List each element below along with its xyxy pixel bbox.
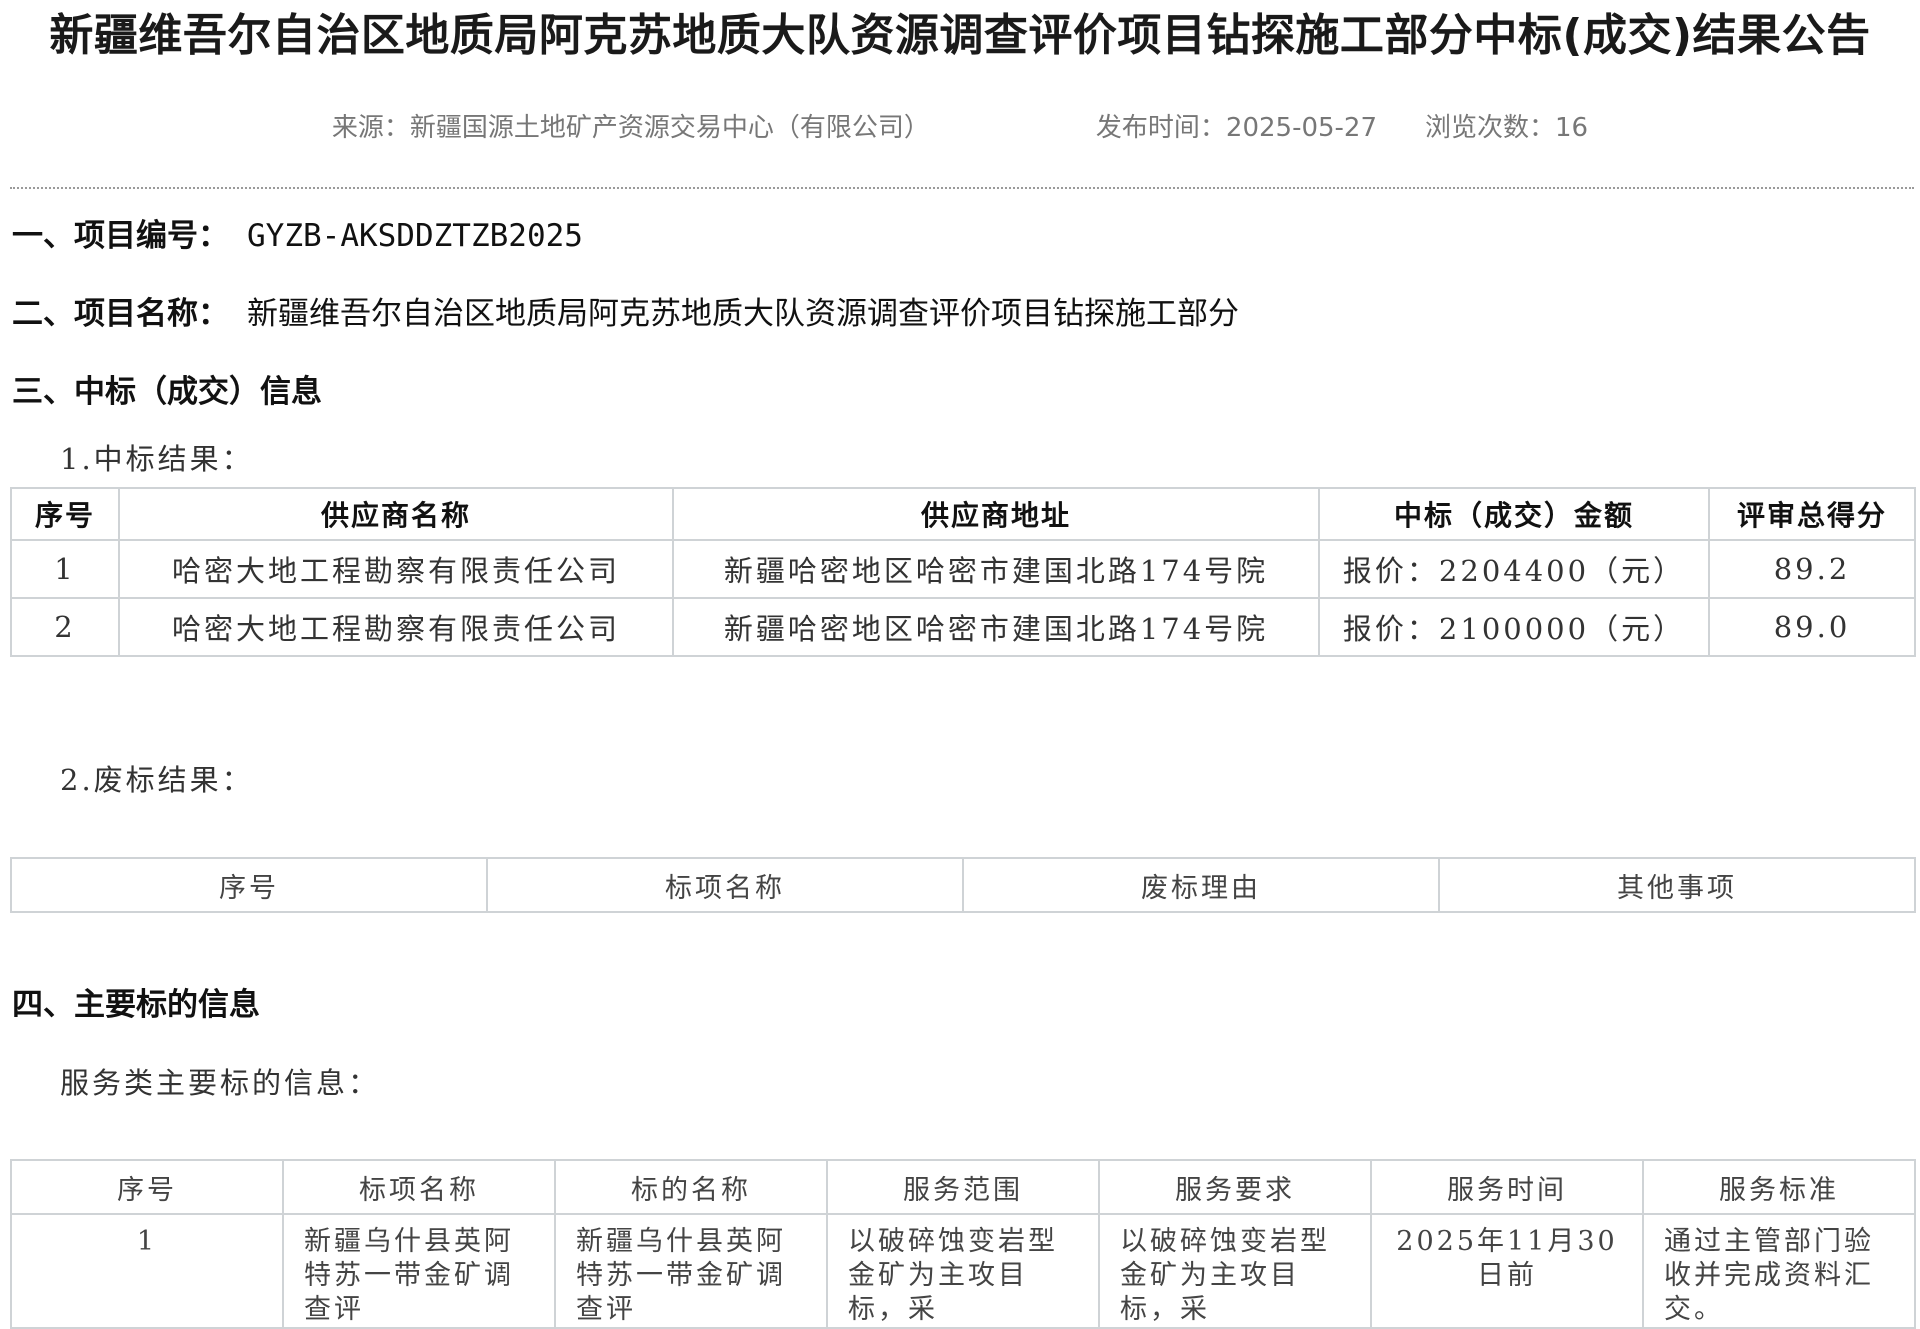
section-heading: 四、主要标的信息: [12, 987, 260, 1023]
service-info-label: 服务类主要标的信息：: [60, 1066, 381, 1100]
table-cell: 1: [10, 1213, 284, 1329]
table-cell: 1: [10, 539, 120, 599]
column-header: 序号: [10, 1159, 284, 1215]
column-header: 供应商名称: [118, 487, 674, 541]
column-header: 中标（成交）金额: [1318, 487, 1710, 541]
view-count: 浏览次数：16: [1425, 113, 1589, 143]
project-name-value: 新疆维吾尔自治区地质局阿克苏地质大队资源调查评价项目钻探施工部分: [247, 296, 1239, 332]
announcement-title: 新疆维吾尔自治区地质局阿克苏地质大队资源调查评价项目钻探施工部分中标(成交)结果…: [49, 10, 1871, 61]
void-result-label: 2.废标结果：: [60, 763, 254, 797]
column-header: 服务标准: [1642, 1159, 1916, 1215]
table-cell: 89.0: [1708, 597, 1916, 657]
service-info-table: 序号 标项名称 标的名称 服务范围 服务要求 服务时间 服务标准 1 新疆乌什县…: [10, 1159, 1916, 1329]
column-header: 废标理由: [962, 857, 1440, 913]
source-text: 来源：新疆国源土地矿产资源交易中心（有限公司）: [331, 113, 930, 143]
project-number-value: GYZB-AKSDDZTZB2025: [247, 218, 583, 254]
column-header: 标项名称: [486, 857, 964, 913]
section-project-name: 二、项目名称： 新疆维吾尔自治区地质局阿克苏地质大队资源调查评价项目钻探施工部分: [12, 292, 1239, 336]
award-result-table: 序号 供应商名称 供应商地址 中标（成交）金额 评审总得分 1 哈密大地工程勘察…: [10, 487, 1916, 657]
meta-info: 来源：新疆国源土地矿产资源交易中心（有限公司） 发布时间：2025-05-27 浏览…: [0, 110, 1920, 146]
column-header: 其他事项: [1438, 857, 1916, 913]
dotted-divider: [10, 187, 1914, 189]
section-main-subject: 四、主要标的信息: [12, 983, 260, 1027]
section-heading: 三、中标（成交）信息: [12, 374, 322, 410]
table-header-row: 序号 供应商名称 供应商地址 中标（成交）金额 评审总得分: [10, 487, 1916, 541]
table-cell: 哈密大地工程勘察有限责任公司: [118, 597, 674, 657]
section-project-number: 一、项目编号： GYZB-AKSDDZTZB2025: [12, 214, 583, 258]
table-cell: 报价：2204400（元）: [1318, 539, 1710, 599]
column-header: 序号: [10, 487, 120, 541]
table-cell: 通过主管部门验收并完成资料汇交。: [1642, 1213, 1916, 1329]
column-header: 服务范围: [826, 1159, 1100, 1215]
publish-time: 发布时间：2025-05-27: [1095, 113, 1378, 143]
table-row: 2 哈密大地工程勘察有限责任公司 新疆哈密地区哈密市建国北路174号院 报价：2…: [10, 597, 1916, 657]
table-header-row: 序号 标项名称 废标理由 其他事项: [10, 857, 1916, 913]
table-cell: 新疆哈密地区哈密市建国北路174号院: [672, 597, 1320, 657]
award-result-label: 1.中标结果：: [60, 442, 254, 476]
table-cell: 新疆哈密地区哈密市建国北路174号院: [672, 539, 1320, 599]
column-header: 供应商地址: [672, 487, 1320, 541]
section-heading: 一、项目编号：: [12, 218, 229, 254]
table-cell: 报价：2100000（元）: [1318, 597, 1710, 657]
table-cell: 新疆乌什县英阿特苏一带金矿调查评: [554, 1213, 828, 1329]
column-header: 序号: [10, 857, 488, 913]
table-header-row: 序号 标项名称 标的名称 服务范围 服务要求 服务时间 服务标准: [10, 1159, 1916, 1215]
table-row: 1 新疆乌什县英阿特苏一带金矿调查评 新疆乌什县英阿特苏一带金矿调查评 以破碎蚀…: [10, 1213, 1916, 1329]
column-header: 评审总得分: [1708, 487, 1916, 541]
table-cell: 89.2: [1708, 539, 1916, 599]
table-cell: 哈密大地工程勘察有限责任公司: [118, 539, 674, 599]
table-cell: 新疆乌什县英阿特苏一带金矿调查评: [282, 1213, 556, 1329]
section-award-info: 三、中标（成交）信息: [12, 370, 322, 414]
column-header: 服务时间: [1370, 1159, 1644, 1215]
table-row: 1 哈密大地工程勘察有限责任公司 新疆哈密地区哈密市建国北路174号院 报价：2…: [10, 539, 1916, 599]
table-cell: 以破碎蚀变岩型金矿为主攻目标，采: [826, 1213, 1100, 1329]
section-heading: 二、项目名称：: [12, 296, 229, 332]
table-cell: 2: [10, 597, 120, 657]
column-header: 服务要求: [1098, 1159, 1372, 1215]
column-header: 标的名称: [554, 1159, 828, 1215]
column-header: 标项名称: [282, 1159, 556, 1215]
table-cell: 2025年11月30日前: [1370, 1213, 1644, 1329]
void-result-table: 序号 标项名称 废标理由 其他事项: [10, 857, 1916, 913]
table-cell: 以破碎蚀变岩型金矿为主攻目标，采: [1098, 1213, 1372, 1329]
